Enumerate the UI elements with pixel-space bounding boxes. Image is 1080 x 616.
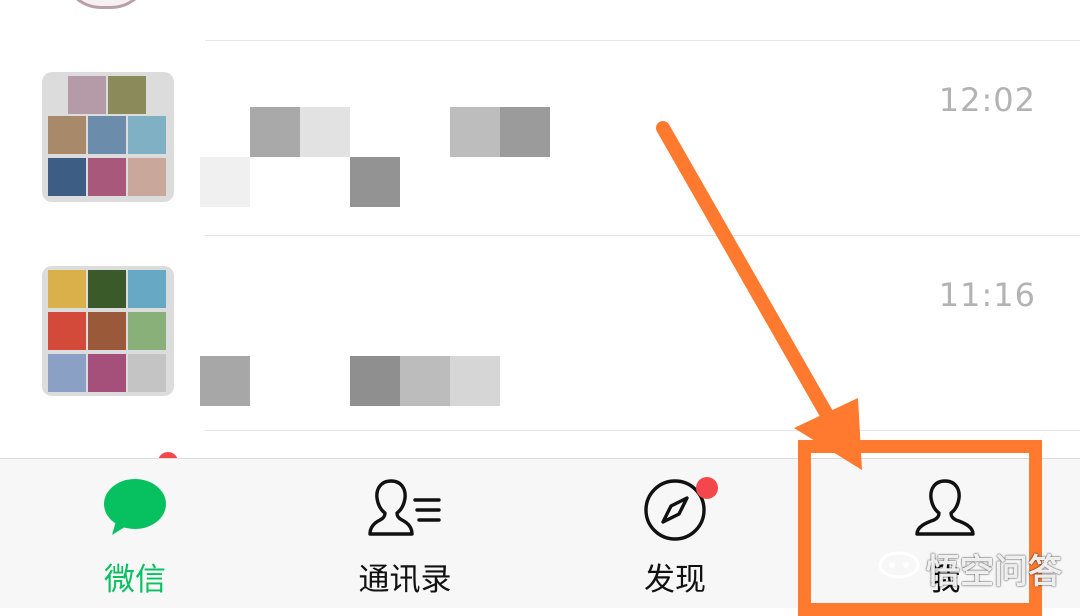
blurred-name <box>300 107 350 157</box>
blurred-message <box>450 356 500 406</box>
blurred-name <box>450 107 500 157</box>
chat-bubble-icon <box>102 477 168 541</box>
group-avatar <box>42 266 174 396</box>
blurred-message <box>200 157 250 207</box>
chat-row[interactable]: 12:02 <box>0 41 1080 235</box>
blurred-message <box>200 356 250 406</box>
tab-label: 发现 <box>644 562 706 598</box>
blurred-name <box>500 107 550 157</box>
blurred-name <box>250 107 300 157</box>
notification-dot <box>696 477 718 499</box>
partial-avatar[interactable] <box>62 0 150 9</box>
watermark-logo-icon <box>878 549 920 589</box>
chat-row[interactable]: 11:16 <box>0 236 1080 430</box>
timestamp: 11:16 <box>938 276 1036 314</box>
tab-label: 微信 <box>104 562 166 598</box>
timestamp: 12:02 <box>938 81 1036 119</box>
tab-contacts[interactable]: 通讯录 <box>330 459 480 608</box>
watermark-text: 悟空问答 <box>926 552 1062 592</box>
blurred-message <box>350 157 400 207</box>
blurred-message <box>350 356 400 406</box>
tab-wechat[interactable]: 微信 <box>60 459 210 608</box>
row-divider <box>205 430 1080 431</box>
group-avatar <box>42 72 174 202</box>
tab-discover[interactable]: 发现 <box>600 459 750 608</box>
watermark: 悟空问答 <box>878 544 1062 593</box>
chat-list: 12:02 11:16 <box>0 0 1080 472</box>
contacts-icon <box>367 477 443 543</box>
blurred-message <box>400 356 450 406</box>
tab-label: 通讯录 <box>358 562 452 598</box>
